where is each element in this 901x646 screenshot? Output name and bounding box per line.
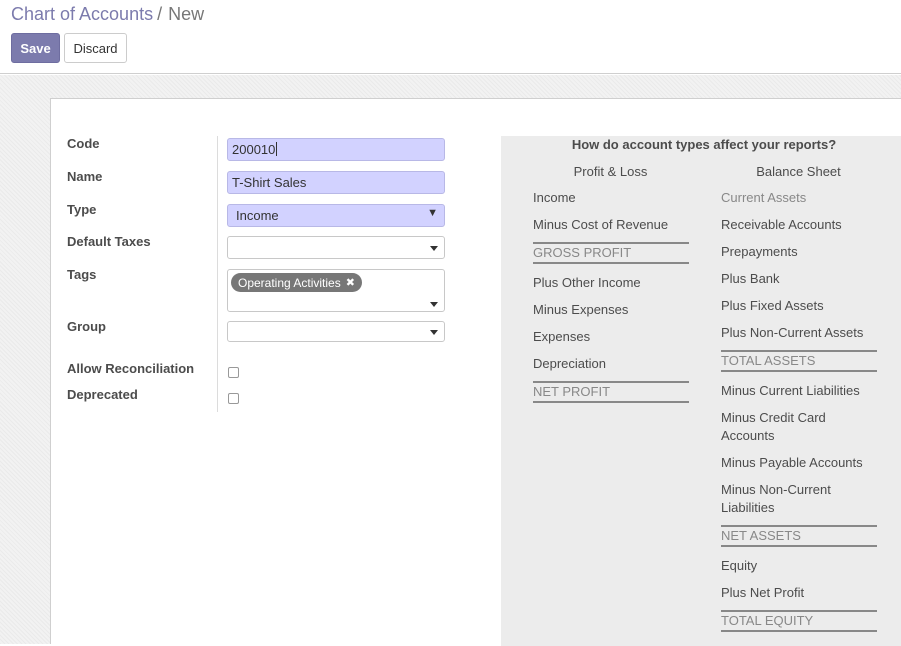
bs-item: Minus Non-Current Liabilities	[721, 482, 831, 515]
breadcrumb: Chart of Accounts / New	[11, 4, 204, 25]
bs-item: Minus Current Liabilities	[721, 383, 860, 398]
breadcrumb-separator: /	[157, 4, 163, 24]
bs-item: Prepayments	[721, 244, 798, 259]
group-input[interactable]	[227, 321, 445, 342]
pl-total: GROSS PROFIT	[533, 242, 689, 264]
bs-total: NET ASSETS	[721, 525, 877, 547]
profit-loss-heading: Profit & Loss	[573, 164, 648, 179]
bs-item: Minus Credit Card Accounts	[721, 410, 826, 443]
bs-total: TOTAL EQUITY	[721, 610, 877, 632]
default-taxes-input[interactable]	[227, 236, 445, 259]
info-title: How do account types affect your reports…	[571, 137, 837, 152]
balance-sheet-heading: Balance Sheet	[756, 164, 841, 179]
bs-item: Plus Net Profit	[721, 585, 805, 600]
default-taxes-label: Default Taxes	[67, 234, 151, 249]
save-button[interactable]: Save	[11, 33, 60, 63]
content-area: Code Name Type Default Taxes Tags Group …	[0, 75, 901, 646]
deprecated-checkbox[interactable]	[228, 393, 239, 404]
bs-total: TOTAL ASSETS	[721, 350, 877, 372]
pl-item: Minus Expenses	[533, 302, 629, 317]
bs-item: Plus Fixed Assets	[721, 298, 824, 313]
tags-input[interactable]: Operating Activities ✖	[227, 269, 445, 312]
tag-label: Operating Activities	[238, 275, 341, 290]
breadcrumb-parent-link[interactable]: Chart of Accounts	[11, 4, 153, 24]
control-panel: Chart of Accounts / New Save Discard	[0, 0, 901, 74]
code-label: Code	[67, 136, 100, 151]
chevron-down-icon[interactable]	[430, 330, 438, 335]
name-label: Name	[67, 169, 103, 184]
remove-tag-icon[interactable]: ✖	[346, 276, 355, 289]
code-input[interactable]: 200010	[227, 138, 445, 161]
pl-total: NET PROFIT	[533, 381, 689, 403]
tags-label: Tags	[67, 267, 97, 282]
pl-item: Plus Other Income	[533, 275, 641, 290]
bs-item: Current Assets	[721, 190, 807, 205]
bs-item: Minus Payable Accounts	[721, 455, 863, 470]
bs-item: Plus Bank	[721, 271, 780, 286]
discard-button[interactable]: Discard	[64, 33, 127, 63]
bs-item: Plus Non-Current Assets	[721, 325, 864, 340]
text-cursor	[276, 142, 278, 156]
pl-item: Minus Cost of Revenue	[533, 217, 669, 232]
bs-item: Receivable Accounts	[721, 217, 842, 232]
type-select[interactable]: Income ▼	[227, 204, 445, 227]
code-value: 200010	[232, 142, 276, 157]
pl-item: Depreciation	[533, 356, 606, 371]
pl-item: Income	[533, 190, 576, 205]
chevron-down-icon[interactable]	[430, 246, 438, 251]
pl-item: Expenses	[533, 329, 591, 344]
type-label: Type	[67, 202, 97, 217]
breadcrumb-current: New	[168, 4, 205, 24]
chevron-down-icon[interactable]	[430, 302, 438, 307]
allow-reconciliation-checkbox[interactable]	[228, 367, 239, 378]
tag-badge: Operating Activities ✖	[231, 273, 362, 292]
select-arrow-icon: ▼	[427, 207, 438, 219]
form-sheet: Code Name Type Default Taxes Tags Group …	[50, 98, 901, 646]
type-value: Income	[236, 208, 279, 223]
account-types-info-panel: How do account types affect your reports…	[501, 136, 901, 646]
bs-item: Equity	[721, 558, 758, 573]
allow-reconciliation-label: Allow Reconciliation	[67, 361, 195, 376]
deprecated-label: Deprecated	[67, 387, 138, 402]
name-input[interactable]: T-Shirt Sales	[227, 171, 445, 194]
label-divider	[217, 136, 218, 412]
group-label: Group	[67, 319, 106, 334]
